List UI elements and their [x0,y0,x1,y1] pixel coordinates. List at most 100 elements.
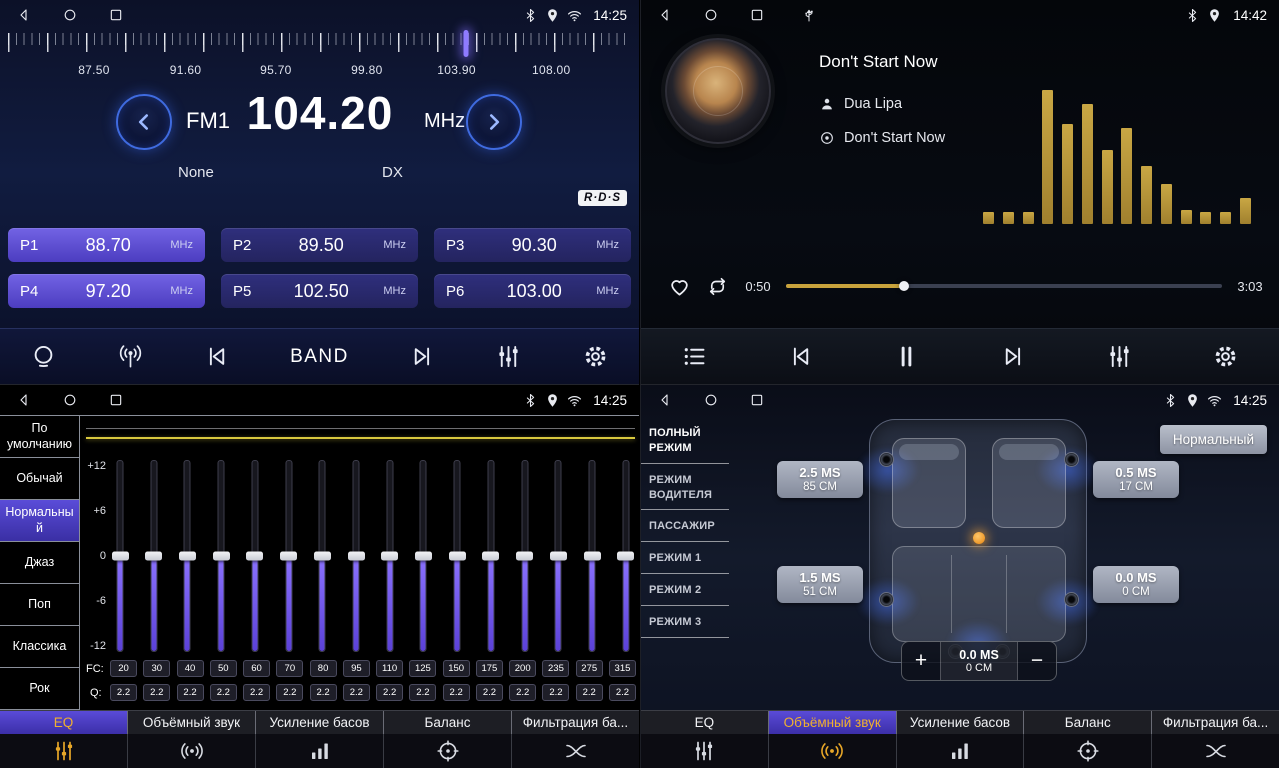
slider-knob[interactable] [617,552,634,561]
tab-balance[interactable]: Баланс [1024,711,1152,734]
eq-band-slider[interactable] [245,460,265,652]
preset-button-p2[interactable]: P289.50MHz [221,228,418,262]
slider-knob[interactable] [348,552,365,561]
eq-band-slider[interactable] [177,460,197,652]
delay-decrease-button[interactable]: − [1018,642,1056,680]
delay-badge-rear-left[interactable]: 1.5 MS51 CM [777,566,863,603]
nav-recents-icon[interactable] [749,392,765,408]
crossover-filter-icon[interactable] [512,734,639,768]
nav-home-icon[interactable] [703,392,719,408]
eq-preset-item[interactable]: Классика [0,626,79,668]
listening-position-dot[interactable] [973,532,985,544]
crossover-filter-icon[interactable] [1152,734,1279,768]
eq-preset-item[interactable]: Рок [0,668,79,710]
delay-badge-front-left[interactable]: 2.5 MS85 CM [777,461,863,498]
eq-band-slider[interactable] [110,460,130,652]
eq-band-slider[interactable] [144,460,164,652]
playlist-icon[interactable] [681,343,708,370]
eq-sliders-icon[interactable] [641,734,769,768]
broadcast-seek-icon[interactable] [117,343,144,370]
eq-band-slider[interactable] [279,460,299,652]
mode-item[interactable]: РЕЖИМ 3 [641,606,729,638]
tune-down-button[interactable] [116,94,172,150]
slider-knob[interactable] [584,552,601,561]
eq-preset-item[interactable]: По умолчанию [0,416,79,458]
slider-knob[interactable] [246,552,263,561]
slider-knob[interactable] [314,552,331,561]
eq-band-slider[interactable] [312,460,332,652]
mode-item[interactable]: РЕЖИМ 1 [641,542,729,574]
tab-bass-boost[interactable]: Усиление басов [256,711,384,734]
slider-knob[interactable] [280,552,297,561]
nav-home-icon[interactable] [62,392,78,408]
delay-increase-button[interactable]: + [902,642,940,680]
slider-knob[interactable] [449,552,466,561]
slider-knob[interactable] [381,552,398,561]
surround-speaker-icon[interactable] [128,734,256,768]
tab-filter[interactable]: Фильтрация ба... [1152,711,1279,734]
nav-recents-icon[interactable] [108,7,124,23]
bass-boost-icon[interactable] [256,734,384,768]
eq-band-slider[interactable] [515,460,535,652]
balance-icon[interactable] [1024,734,1152,768]
tab-eq[interactable]: EQ [641,711,769,734]
frequency-ruler[interactable] [8,33,631,63]
settings-icon[interactable] [582,343,609,370]
mode-item[interactable]: РЕЖИМ 2 [641,574,729,606]
equalizer-icon[interactable] [495,343,522,370]
delay-badge-rear-right[interactable]: 0.0 MS0 CM [1093,566,1179,603]
favorite-heart-icon[interactable] [667,274,692,299]
preset-button-p6[interactable]: P6103.00MHz [434,274,631,308]
eq-preset-item[interactable]: Обычай [0,458,79,500]
mode-item[interactable]: РЕЖИМ ВОДИТЕЛЯ [641,464,729,511]
equalizer-icon[interactable] [1106,343,1133,370]
eq-preset-item[interactable]: Поп [0,584,79,626]
slider-knob[interactable] [516,552,533,561]
eq-preset-item[interactable]: Джаз [0,542,79,584]
next-track-icon[interactable] [1000,343,1027,370]
slider-knob[interactable] [550,552,567,561]
pause-icon[interactable] [893,343,920,370]
bass-boost-icon[interactable] [897,734,1025,768]
preset-button-p3[interactable]: P390.30MHz [434,228,631,262]
eq-sliders-icon[interactable] [0,734,128,768]
eq-band-slider[interactable] [211,460,231,652]
slider-knob[interactable] [145,552,162,561]
nav-back-icon[interactable] [657,392,673,408]
nav-recents-icon[interactable] [749,7,765,23]
settings-icon[interactable] [1212,343,1239,370]
nav-recents-icon[interactable] [108,392,124,408]
eq-preset-item[interactable]: Нормальный [0,500,79,542]
previous-track-icon[interactable] [787,343,814,370]
preset-button-p5[interactable]: P5102.50MHz [221,274,418,308]
mode-item[interactable]: ПОЛНЫЙ РЕЖИМ [641,417,729,464]
eq-band-slider[interactable] [346,460,366,652]
eq-band-slider[interactable] [380,460,400,652]
frequency-pointer[interactable] [463,30,468,57]
scan-icon[interactable] [30,343,57,370]
eq-band-slider[interactable] [447,460,467,652]
slider-knob[interactable] [112,552,129,561]
eq-band-slider[interactable] [413,460,433,652]
nav-back-icon[interactable] [16,7,32,23]
balance-icon[interactable] [384,734,512,768]
progress-bar[interactable] [786,284,1222,288]
eq-band-slider[interactable] [582,460,602,652]
slider-knob[interactable] [179,552,196,561]
mode-item[interactable]: ПАССАЖИР [641,510,729,542]
tune-up-button[interactable] [466,94,522,150]
eq-band-slider[interactable] [548,460,568,652]
nav-back-icon[interactable] [657,7,673,23]
tab-surround[interactable]: Объёмный звук [128,711,256,734]
repeat-icon[interactable] [705,274,730,299]
tab-surround[interactable]: Объёмный звук [769,711,897,734]
nav-home-icon[interactable] [703,7,719,23]
slider-knob[interactable] [482,552,499,561]
tab-filter[interactable]: Фильтрация ба... [512,711,639,734]
sound-preset-button[interactable]: Нормальный [1160,425,1267,454]
delay-badge-front-right[interactable]: 0.5 MS17 CM [1093,461,1179,498]
eq-band-slider[interactable] [481,460,501,652]
previous-station-icon[interactable] [203,343,230,370]
preset-button-p1[interactable]: P188.70MHz [8,228,205,262]
next-station-icon[interactable] [409,343,436,370]
